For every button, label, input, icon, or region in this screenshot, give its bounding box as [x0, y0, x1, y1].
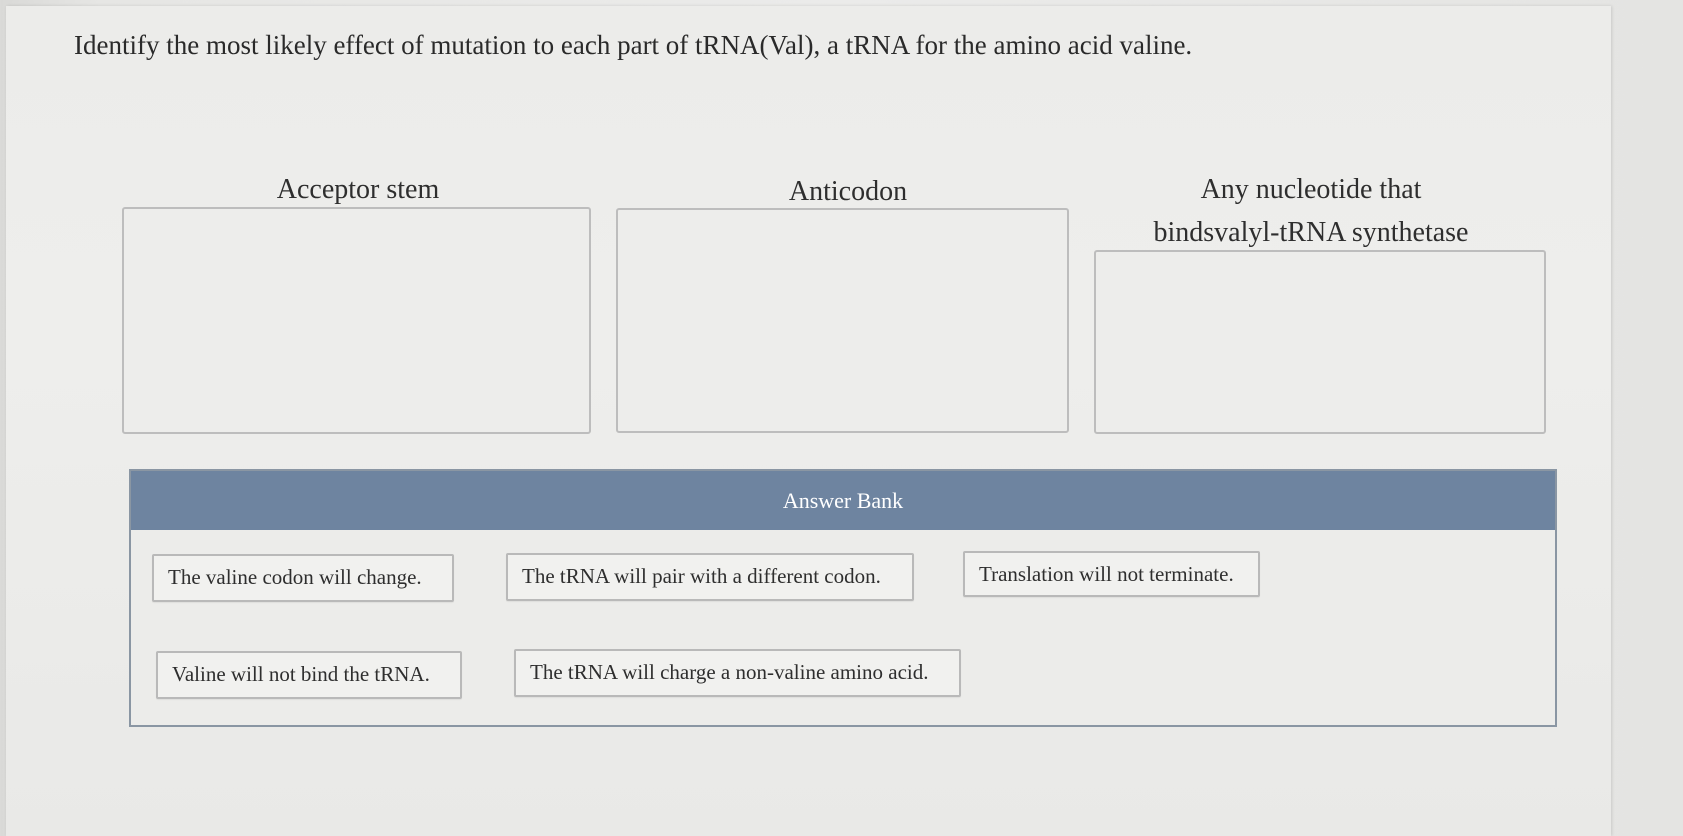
answer-chip[interactable]: The tRNA will pair with a different codo… — [506, 553, 914, 601]
target-label-acceptor-stem: Acceptor stem — [276, 174, 440, 205]
drop-zone-acceptor-stem[interactable] — [122, 207, 591, 434]
target-label-synthetase-binding: Any nucleotide that bindsvalyl-tRNA synt… — [1126, 168, 1496, 254]
target-label-anticodon: Anticodon — [788, 176, 908, 207]
answer-chip[interactable]: Valine will not bind the tRNA. — [156, 651, 462, 699]
answer-bank: Answer Bank The valine codon will change… — [129, 469, 1557, 727]
target-label-line1: Any nucleotide that — [1200, 174, 1422, 205]
question-panel: Identify the most likely effect of mutat… — [6, 6, 1611, 836]
answer-chip[interactable]: The tRNA will charge a non-valine amino … — [514, 649, 961, 697]
drop-zone-anticodon[interactable] — [616, 208, 1069, 433]
question-text: Identify the most likely effect of mutat… — [74, 30, 1193, 60]
answer-bank-header: Answer Bank — [131, 471, 1555, 530]
target-label-line2: bindsvalyl-tRNA synthetase — [1153, 217, 1469, 248]
answer-chip[interactable]: Translation will not terminate. — [963, 551, 1260, 597]
answer-chip[interactable]: The valine codon will change. — [152, 554, 454, 602]
drop-zone-synthetase-binding[interactable] — [1094, 250, 1546, 434]
